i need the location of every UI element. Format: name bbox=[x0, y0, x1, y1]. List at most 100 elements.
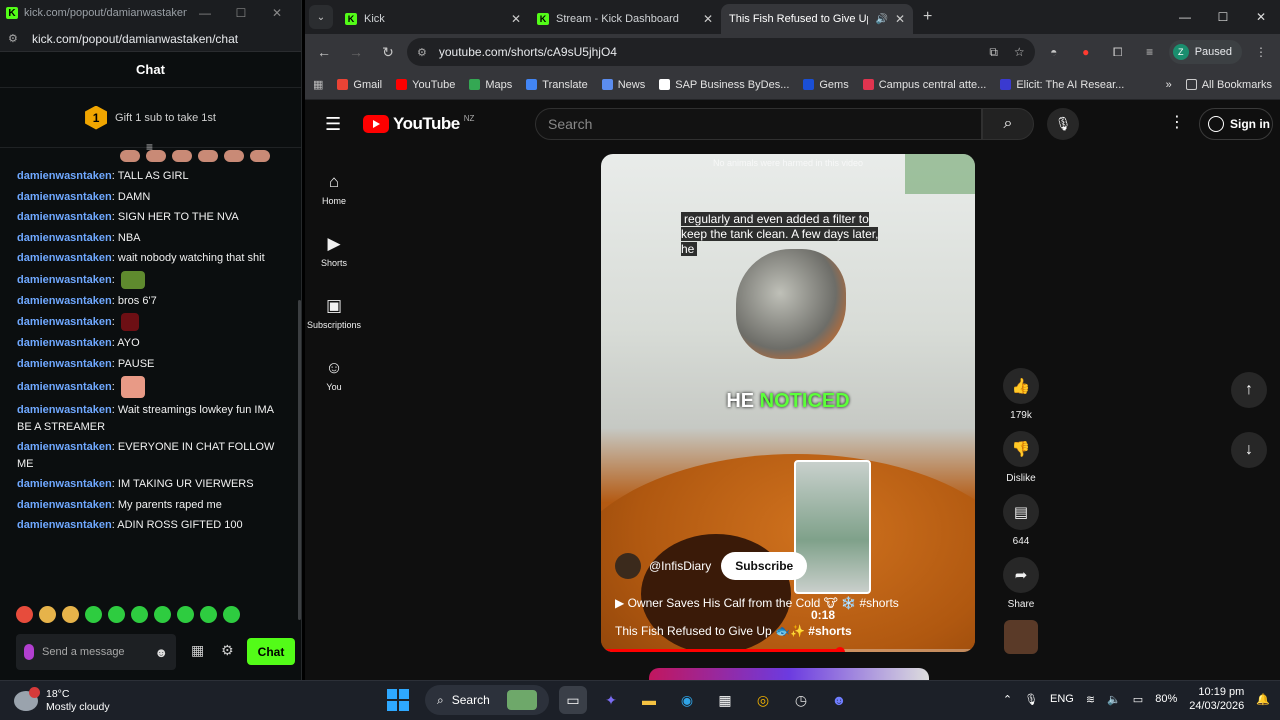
emote-icon[interactable] bbox=[62, 606, 79, 623]
chat-username[interactable]: damienwasntaken bbox=[17, 295, 112, 307]
bookmark-gmail[interactable]: Gmail bbox=[337, 79, 382, 91]
bookmark-gems[interactable]: Gems bbox=[803, 79, 849, 91]
chat-username[interactable]: damienwasntaken bbox=[17, 499, 112, 511]
bookmark-elicit[interactable]: Elicit: The AI Resear... bbox=[1000, 79, 1124, 91]
chat-username[interactable]: damienwasntaken bbox=[17, 519, 112, 531]
chat-input[interactable]: Send a message ☻ bbox=[16, 634, 176, 670]
channel-avatar[interactable] bbox=[615, 553, 641, 579]
chat-scrollbar[interactable] bbox=[298, 300, 301, 620]
taskbar-search[interactable]: ⌕ Search bbox=[425, 685, 549, 715]
emote-icon[interactable] bbox=[154, 606, 171, 623]
sidebar-item-home[interactable]: ⌂ Home bbox=[305, 158, 363, 220]
profile-button[interactable]: Z Paused bbox=[1168, 40, 1242, 64]
chat-username[interactable]: damienwasntaken bbox=[17, 170, 112, 182]
thumbs-up-icon[interactable]: 👍 bbox=[1003, 368, 1039, 404]
chat-username[interactable]: damienwasntaken bbox=[17, 273, 112, 285]
emote-icon[interactable] bbox=[131, 606, 148, 623]
chat-username[interactable]: damienwasntaken bbox=[17, 337, 112, 349]
menu-kebab-icon[interactable]: ⋮ bbox=[1248, 45, 1274, 59]
wifi-icon[interactable]: ≋ bbox=[1086, 693, 1095, 706]
youtube-logo[interactable]: YouTube NZ bbox=[363, 114, 474, 134]
related-video-link[interactable]: ▶ Owner Saves His Calf from the Cold 🐮 ❄… bbox=[615, 596, 899, 610]
maximize-icon[interactable]: ☐ bbox=[223, 6, 259, 20]
previous-short-arrow-icon[interactable]: ↑ bbox=[1231, 372, 1267, 408]
chrome-icon[interactable]: ◎ bbox=[749, 686, 777, 714]
tray-overflow-icon[interactable]: ⌃ bbox=[1003, 693, 1012, 706]
sign-in-button[interactable]: Sign in bbox=[1199, 108, 1273, 140]
file-explorer-icon[interactable]: ▬ bbox=[635, 686, 663, 714]
volume-icon[interactable]: 🔈 bbox=[1107, 693, 1121, 706]
tab-kick[interactable]: K Kick ✕ bbox=[337, 4, 529, 34]
bookmark-maps[interactable]: Maps bbox=[469, 79, 512, 91]
bookmark-youtube[interactable]: YouTube bbox=[396, 79, 455, 91]
chat-username[interactable]: damienwasntaken bbox=[17, 441, 112, 453]
sidebar-item-shorts[interactable]: ▶ Shorts bbox=[305, 220, 363, 282]
emote-icon[interactable] bbox=[108, 606, 125, 623]
chat-username[interactable]: damienwasntaken bbox=[17, 316, 112, 328]
close-tab-icon[interactable]: ✕ bbox=[703, 12, 713, 26]
emoji-icon[interactable]: ☻ bbox=[154, 646, 168, 659]
thumbs-down-icon[interactable]: 👎 bbox=[1003, 431, 1039, 467]
all-bookmarks[interactable]: All Bookmarks bbox=[1185, 79, 1272, 91]
edge-icon[interactable]: ◉ bbox=[673, 686, 701, 714]
search-icon[interactable]: ⌕ bbox=[982, 108, 1034, 140]
chat-username[interactable]: damienwasntaken bbox=[17, 404, 112, 416]
incognito-icon[interactable]: ◓ bbox=[1041, 45, 1067, 59]
hashtag-link[interactable]: #shorts bbox=[808, 624, 851, 638]
sidebar-item-you[interactable]: ☺ You bbox=[305, 344, 363, 406]
channel-name[interactable]: @InfisDiary bbox=[649, 559, 711, 573]
chat-username[interactable]: damienwasntaken bbox=[17, 191, 112, 203]
close-icon[interactable]: ✕ bbox=[259, 6, 295, 20]
sidebar-item-subscriptions[interactable]: ▣ Subscriptions bbox=[305, 282, 363, 344]
minimize-icon[interactable]: — bbox=[187, 6, 223, 20]
settings-kebab-icon[interactable]: ⋮ bbox=[1169, 112, 1185, 132]
clock-app-icon[interactable]: ◷ bbox=[787, 686, 815, 714]
notifications-icon[interactable]: 🔔 bbox=[1256, 693, 1270, 706]
emote-icon[interactable] bbox=[85, 606, 102, 623]
close-icon[interactable]: ✕ bbox=[1242, 10, 1280, 24]
bookmark-star-icon[interactable]: ☆ bbox=[1014, 45, 1025, 60]
site-settings-icon[interactable]: ⚙ bbox=[8, 32, 22, 45]
tab-youtube-short[interactable]: ▶ This Fish Refused to Give Up 🔊 ✕ bbox=[721, 4, 913, 116]
audio-playing-icon[interactable]: 🔊 bbox=[875, 14, 887, 25]
store-icon[interactable]: ▦ bbox=[191, 642, 204, 659]
microphone-icon[interactable]: 🎙 bbox=[1024, 693, 1038, 706]
next-short-arrow-icon[interactable]: ↓ bbox=[1231, 432, 1267, 468]
bookmark-news[interactable]: News bbox=[601, 79, 645, 91]
reload-icon[interactable]: ↻ bbox=[375, 44, 401, 61]
search-input[interactable]: Search bbox=[535, 108, 982, 140]
hamburger-menu-icon[interactable]: ☰ bbox=[325, 114, 341, 135]
gift-sub-banner[interactable]: 1 Gift 1 sub to take 1st bbox=[0, 88, 301, 148]
apps-grid-icon[interactable]: ▦ bbox=[313, 78, 323, 91]
back-icon[interactable]: ← bbox=[311, 44, 337, 60]
subscribe-button[interactable]: Subscribe bbox=[721, 552, 808, 580]
close-tab-icon[interactable]: ✕ bbox=[511, 12, 521, 26]
copilot-icon[interactable]: ✦ bbox=[597, 686, 625, 714]
minimize-icon[interactable]: — bbox=[1166, 10, 1204, 24]
chat-username[interactable]: damienwasntaken bbox=[17, 211, 112, 223]
clock[interactable]: 10:19 pm 24/03/2026 bbox=[1189, 685, 1244, 713]
chat-username[interactable]: damienwasntaken bbox=[17, 232, 112, 244]
new-tab-icon[interactable]: + bbox=[913, 8, 942, 34]
sound-thumbnail[interactable] bbox=[1004, 620, 1038, 654]
bookmark-translate[interactable]: Translate bbox=[526, 79, 588, 91]
maximize-icon[interactable]: ☐ bbox=[1204, 10, 1242, 24]
store-icon[interactable]: ▦ bbox=[711, 686, 739, 714]
mic-icon[interactable] bbox=[24, 644, 34, 660]
task-view-icon[interactable]: ▭ bbox=[559, 686, 587, 714]
tab-search-icon[interactable]: ⌄ bbox=[309, 5, 333, 29]
emote-icon[interactable] bbox=[39, 606, 56, 623]
progress-bar[interactable] bbox=[601, 649, 975, 652]
close-tab-icon[interactable]: ✕ bbox=[895, 12, 905, 26]
site-info-icon[interactable]: ⚙ bbox=[417, 46, 427, 59]
media-controls-icon[interactable]: ≡ bbox=[1137, 45, 1163, 59]
emote-icon[interactable] bbox=[200, 606, 217, 623]
send-chat-button[interactable]: Chat bbox=[247, 638, 295, 665]
bookmark-campus[interactable]: Campus central atte... bbox=[862, 79, 986, 91]
forward-icon[interactable]: → bbox=[343, 44, 369, 60]
voice-search-icon[interactable]: 🎙 bbox=[1047, 108, 1079, 140]
kick-url-bar[interactable]: ⚙ kick.com/popout/damianwastaken/chat bbox=[0, 26, 301, 52]
address-bar[interactable]: ⚙ youtube.com/shorts/cA9sU5jhjO4 ⧉ ☆ bbox=[407, 38, 1035, 66]
extensions-puzzle-icon[interactable]: ⧠ bbox=[1105, 45, 1131, 60]
comment-icon[interactable]: ▤ bbox=[1003, 494, 1039, 530]
